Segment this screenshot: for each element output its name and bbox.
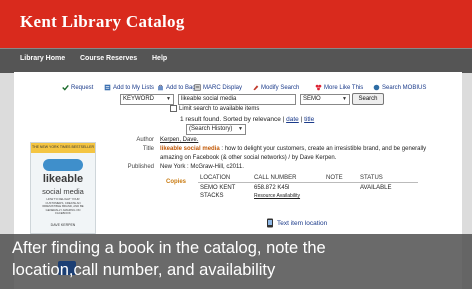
- search-history-select[interactable]: (Search History) ▼: [186, 124, 246, 135]
- copy-call-number: 658.872 K45l: [254, 185, 290, 191]
- add-to-my-lists-button[interactable]: Add to My Lists: [104, 84, 154, 91]
- copy-status: AVAILABLE: [360, 185, 392, 191]
- request-button[interactable]: Request: [62, 84, 93, 91]
- search-query-value: likeable social media: [181, 96, 237, 102]
- mobius-icon: [373, 84, 380, 91]
- modify-search-button[interactable]: Modify Search: [252, 84, 299, 91]
- modify-search-label: Modify Search: [261, 84, 300, 91]
- published-label: Published: [127, 164, 154, 170]
- search-mobius-label: Search MOBIUS: [382, 84, 427, 91]
- title-highlight: likeable social media: [160, 146, 220, 152]
- cover-top-text: THE NEW YORK TIMES BESTSELLER: [31, 145, 95, 149]
- header-status: STATUS: [360, 175, 383, 181]
- nav-item-library-home[interactable]: Library Home: [20, 55, 65, 62]
- cover-title-2: social media: [42, 187, 84, 196]
- marc-icon: [194, 84, 201, 91]
- caption-line-1: After finding a book in the catalog, not…: [12, 239, 326, 257]
- sort-date-link[interactable]: date: [286, 116, 299, 123]
- caption-line-2: location,call number, and availability: [12, 261, 276, 279]
- title-line-2: amazing on Facebook (& other social netw…: [160, 155, 337, 161]
- cover-author: DAVE KERPEN: [50, 223, 76, 227]
- add-to-my-lists-label: Add to My Lists: [113, 84, 155, 91]
- title-rest: : how to delight your customers, create …: [221, 146, 427, 152]
- search-input[interactable]: likeable social media: [178, 94, 296, 105]
- caption-text: After finding a book in the catalog, not…: [12, 237, 467, 281]
- author-link[interactable]: Kerpen, Dave.: [160, 137, 198, 143]
- header-note: NOTE: [326, 175, 343, 181]
- text-item-location-label: Text item location: [277, 219, 328, 227]
- bag-icon: [158, 84, 163, 91]
- search-scope-select[interactable]: SEMO ▼: [300, 94, 350, 105]
- marc-display-button[interactable]: MARC Display: [194, 84, 242, 91]
- main-nav: Library Home Course Reserves Help: [0, 48, 472, 73]
- catalog-title[interactable]: Kent Library Catalog: [20, 12, 185, 32]
- modify-icon: [253, 85, 259, 91]
- search-type-select[interactable]: KEYWORD ▼: [120, 94, 174, 105]
- header-call-number: CALL NUMBER: [254, 175, 297, 181]
- cover-subtitle: HOW TO DELIGHT YOUR CUSTOMERS, CREATE AN…: [42, 197, 84, 215]
- book-cover[interactable]: THE NEW YORK TIMES BESTSELLER likeable s…: [30, 142, 96, 234]
- chevron-down-icon: ▼: [342, 96, 347, 102]
- request-label: Request: [71, 84, 94, 91]
- cover-like-button-graphic: [43, 159, 83, 171]
- chevron-down-icon: ▼: [238, 126, 243, 132]
- copy-location: SEMO KENT: [200, 185, 236, 191]
- table-divider: [198, 182, 418, 183]
- text-item-location[interactable]: Text item location: [266, 218, 327, 228]
- search-scope-value: SEMO: [303, 96, 321, 102]
- more-icon: [315, 84, 322, 91]
- search-mobius-button[interactable]: Search MOBIUS: [373, 84, 426, 91]
- chevron-down-icon: ▼: [166, 96, 171, 102]
- sort-title-link[interactable]: title: [304, 116, 314, 123]
- cover-title-1: likeable: [42, 173, 84, 185]
- header-banner: Kent Library Catalog: [0, 0, 472, 48]
- search-history-value: (Search History): [189, 126, 233, 132]
- limit-checkbox[interactable]: [170, 105, 177, 112]
- published-value: New York : McGraw-Hill, c2011.: [160, 164, 244, 170]
- more-like-this-label: More Like This: [324, 84, 364, 91]
- add-to-bag-button[interactable]: Add to Bag: [157, 84, 196, 91]
- nav-item-help[interactable]: Help: [152, 55, 167, 62]
- result-count-text: 1 result found. Sorted by relevance |: [180, 116, 285, 123]
- list-icon: [104, 84, 111, 91]
- author-label: Author: [136, 137, 154, 143]
- nav-item-course-reserves[interactable]: Course Reserves: [80, 55, 137, 62]
- result-summary: 1 result found. Sorted by relevance | da…: [180, 116, 315, 123]
- more-like-this-button[interactable]: More Like This: [315, 84, 363, 91]
- request-icon: [62, 84, 69, 91]
- marc-display-label: MARC Display: [203, 84, 243, 91]
- resource-availability-link[interactable]: Resource Availability: [254, 193, 300, 199]
- search-type-value: KEYWORD: [123, 96, 155, 102]
- limit-available-row: Limit search to available items: [170, 105, 259, 112]
- title-value: likeable social media : how to delight y…: [160, 146, 450, 152]
- limit-label: Limit search to available items: [179, 105, 260, 112]
- phone-icon: [267, 218, 273, 228]
- copy-stacks: STACKS: [200, 193, 224, 199]
- copies-label: Copies: [166, 179, 187, 185]
- add-to-bag-label: Add to Bag: [166, 84, 196, 91]
- search-button[interactable]: Search: [352, 93, 384, 105]
- header-location: LOCATION: [200, 175, 231, 181]
- title-label: Title: [142, 146, 154, 152]
